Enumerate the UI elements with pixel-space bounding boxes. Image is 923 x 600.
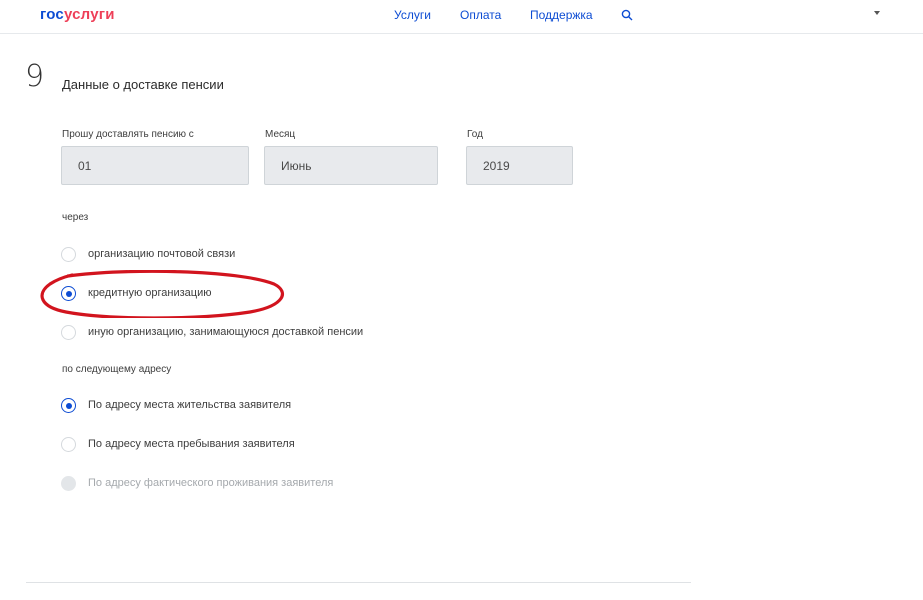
- section-title: Данные о доставке пенсии: [62, 77, 224, 92]
- logo-part-uslugi: услуги: [63, 6, 115, 23]
- radio-label: иную организацию, занимающуюся доставкой…: [88, 326, 364, 338]
- step-number: 9: [25, 59, 45, 94]
- start-date-label: Прошу доставлять пенсию с: [62, 129, 194, 140]
- radio-button[interactable]: [61, 325, 76, 340]
- nav-services[interactable]: Услуги: [394, 8, 431, 22]
- day-field[interactable]: 01: [61, 146, 249, 185]
- address-label: по следующему адресу: [62, 364, 172, 375]
- radio-button[interactable]: [61, 247, 76, 262]
- month-label: Месяц: [265, 129, 296, 140]
- search-icon[interactable]: [621, 9, 633, 21]
- top-header: госуслуги Услуги Оплата Поддержка: [0, 0, 923, 34]
- logo-part-gos: гос: [40, 6, 64, 23]
- radio-label: По адресу фактического проживания заявит…: [88, 477, 334, 489]
- year-label: Год: [467, 129, 483, 140]
- nav-payment[interactable]: Оплата: [460, 8, 501, 22]
- radio-label: По адресу места жительства заявителя: [88, 399, 292, 411]
- gosuslugi-logo[interactable]: госуслуги: [40, 6, 115, 23]
- caret-down-icon[interactable]: [872, 9, 882, 17]
- radio-button-checked[interactable]: [61, 398, 76, 413]
- radio-label: По адресу места пребывания заявителя: [88, 438, 295, 450]
- nav-support[interactable]: Поддержка: [530, 8, 593, 22]
- radio-dot: [65, 402, 72, 409]
- year-field[interactable]: 2019: [466, 146, 573, 185]
- annotation-ellipse: [40, 270, 285, 318]
- radio-button[interactable]: [61, 437, 76, 452]
- radio-button-disabled: [61, 476, 76, 491]
- month-field[interactable]: Июнь: [264, 146, 438, 185]
- divider: [26, 582, 691, 583]
- delivery-via-label: через: [62, 212, 89, 223]
- radio-label: организацию почтовой связи: [88, 248, 236, 260]
